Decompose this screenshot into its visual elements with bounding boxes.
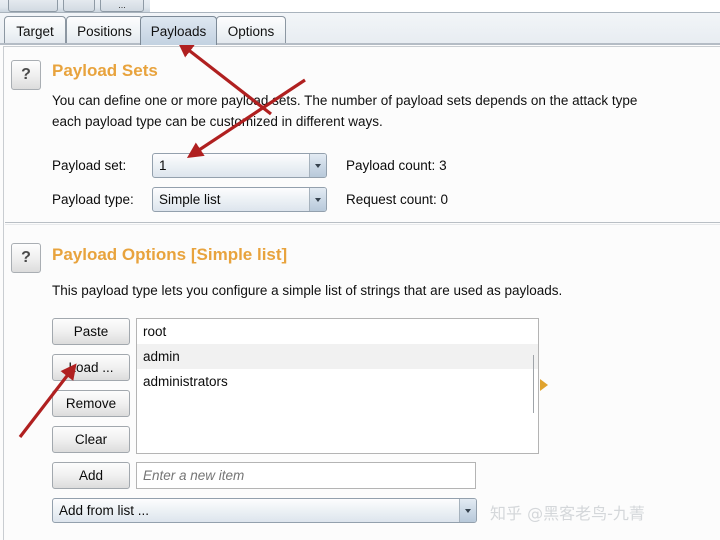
payload-type-dropdown[interactable]: Simple list bbox=[152, 187, 327, 212]
payload-type-value: Simple list bbox=[159, 192, 221, 207]
section-divider bbox=[5, 222, 720, 223]
chevron-down-icon[interactable] bbox=[459, 499, 476, 522]
payload-list[interactable]: root admin administrators bbox=[136, 318, 539, 454]
payload-sets-title: Payload Sets bbox=[52, 61, 158, 80]
toolbar-button-3[interactable]: ... bbox=[100, 0, 144, 12]
list-item[interactable]: administrators bbox=[137, 369, 538, 394]
question-mark-icon[interactable]: ? bbox=[11, 60, 41, 90]
list-item[interactable]: admin bbox=[137, 344, 538, 369]
load-button[interactable]: Load ... bbox=[52, 354, 130, 381]
remove-button[interactable]: Remove bbox=[52, 390, 130, 417]
request-count-label: Request count: 0 bbox=[346, 192, 449, 207]
chevron-down-icon[interactable] bbox=[309, 188, 326, 211]
payload-set-label: Payload set: bbox=[52, 158, 127, 173]
list-item[interactable]: root bbox=[137, 319, 538, 344]
new-item-input[interactable] bbox=[136, 462, 476, 489]
add-from-list-value: Add from list ... bbox=[59, 503, 150, 518]
panel-top-border bbox=[3, 46, 720, 47]
payload-options-title: Payload Options [Simple list] bbox=[52, 245, 288, 264]
triangle-right-icon[interactable] bbox=[540, 379, 548, 391]
tab-options[interactable]: Options bbox=[216, 16, 286, 45]
tab-positions[interactable]: Positions bbox=[66, 16, 143, 45]
payload-sets-description: You can define one or more payload sets.… bbox=[52, 90, 637, 132]
payload-sets-description-line1: You can define one or more payload sets.… bbox=[52, 93, 638, 108]
chevron-down-icon[interactable] bbox=[309, 154, 326, 177]
tab-bar: Target Positions Payloads Options bbox=[0, 13, 720, 45]
tab-payloads[interactable]: Payloads bbox=[140, 16, 217, 45]
paste-button[interactable]: Paste bbox=[52, 318, 130, 345]
add-button[interactable]: Add bbox=[52, 462, 130, 489]
question-mark-icon[interactable]: ? bbox=[11, 243, 41, 273]
payload-type-label: Payload type: bbox=[52, 192, 134, 207]
clear-button[interactable]: Clear bbox=[52, 426, 130, 453]
panel-left-border bbox=[3, 46, 4, 540]
toolbar-button-2[interactable] bbox=[63, 0, 95, 12]
payload-sets-description-line2: each payload type can be customized in d… bbox=[52, 114, 383, 129]
payload-set-dropdown[interactable]: 1 bbox=[152, 153, 327, 178]
payload-count-label: Payload count: 3 bbox=[346, 158, 447, 173]
toolbar-strip-filler bbox=[150, 0, 720, 12]
toolbar-strip: ... bbox=[0, 0, 720, 13]
section-divider-highlight bbox=[5, 224, 720, 225]
watermark: 知乎 @黑客老鸟-九菁 bbox=[490, 504, 645, 523]
payload-options-description: This payload type lets you configure a s… bbox=[52, 283, 563, 298]
add-from-list-dropdown[interactable]: Add from list ... bbox=[52, 498, 477, 523]
list-right-edge bbox=[533, 355, 534, 413]
tab-target[interactable]: Target bbox=[4, 16, 66, 45]
payload-set-value: 1 bbox=[159, 158, 167, 173]
toolbar-button-1[interactable] bbox=[8, 0, 58, 12]
